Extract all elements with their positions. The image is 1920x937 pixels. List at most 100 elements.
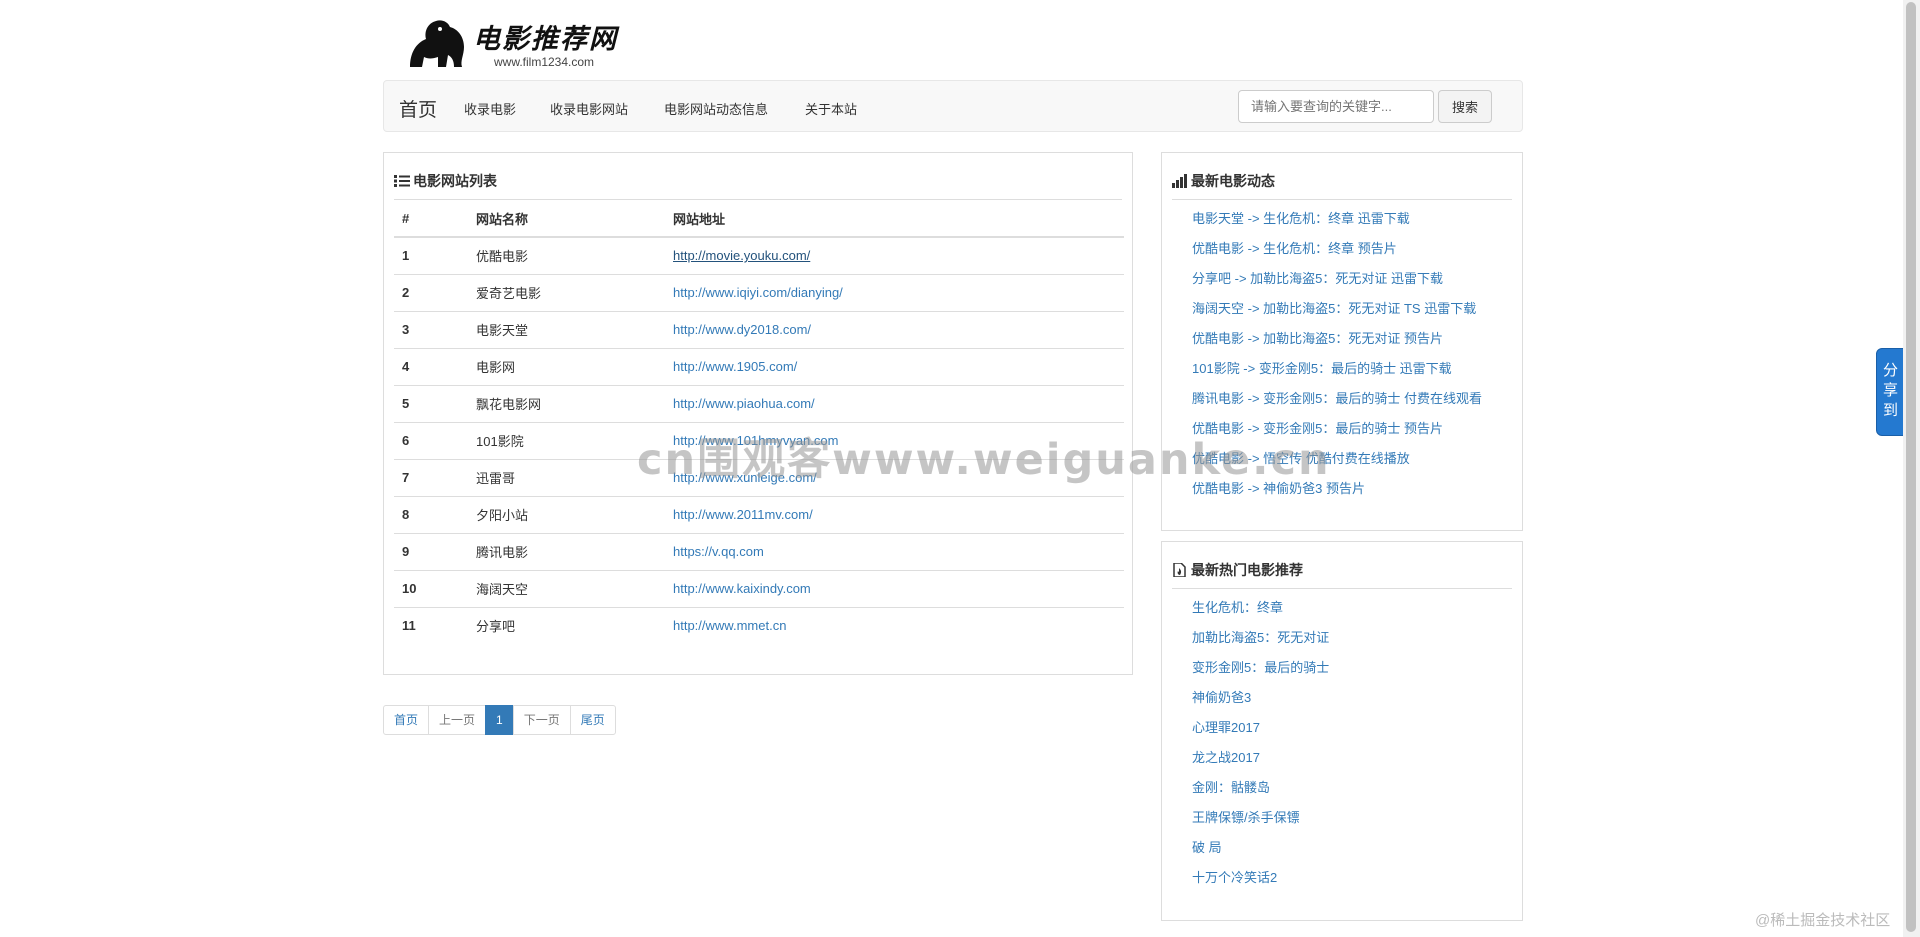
row-site-url-link[interactable]: http://www.1905.com/ [665,347,1124,385]
row-site-name: 101影院 [468,421,665,459]
movie-link[interactable]: 破 局 [1192,840,1329,870]
share-button[interactable]: 分享到 [1876,348,1904,436]
fire-file-icon [1172,562,1188,578]
latest-news-title: 最新电影动态 [1172,171,1275,191]
movie-link[interactable]: 心理罪2017 [1192,720,1329,750]
page-current-button[interactable]: 1 [485,705,514,735]
search-button[interactable]: 搜索 [1438,90,1492,123]
corner-watermark: @稀土掘金技术社区 [1755,912,1891,929]
news-link[interactable]: 电影天堂 -> 生化危机：终章 迅雷下载 [1192,211,1482,241]
site-list-title: 电影网站列表 [394,171,497,191]
row-site-name: 迅雷哥 [468,458,665,496]
nav-item-site-news[interactable]: 电影网站动态信息 [664,99,768,118]
table-row: 5 飘花电影网 http://www.piaohua.com/ [394,384,1124,422]
movie-link[interactable]: 变形金刚5：最后的骑士 [1192,660,1329,690]
row-num: 8 [394,495,468,533]
row-num: 11 [394,606,468,644]
table-row: 8 夕阳小站 http://www.2011mv.com/ [394,495,1124,533]
row-site-name: 海阔天空 [468,569,665,607]
movie-link[interactable]: 生化危机：终章 [1192,600,1329,630]
row-site-name: 优酷电影 [468,236,665,274]
row-site-name: 电影网 [468,347,665,385]
hot-movies-title-text: 最新热门电影推荐 [1191,562,1303,578]
hot-movies-list: 生化危机：终章 加勒比海盗5：死无对证 变形金刚5：最后的骑士 神偷奶爸3 心理… [1192,600,1329,900]
row-site-url-link[interactable]: http://www.mmet.cn [665,606,1124,644]
page-last-button[interactable]: 尾页 [569,705,616,735]
movie-link[interactable]: 王牌保镖/杀手保镖 [1192,810,1329,840]
row-site-url-link[interactable]: http://www.iqiyi.com/dianying/ [665,273,1124,311]
column-header-name: 网站名称 [468,200,665,238]
page-first-button[interactable]: 首页 [383,705,430,735]
table-header-row: # 网站名称 网站地址 [394,200,1124,238]
news-link[interactable]: 优酷电影 -> 生化危机：终章 预告片 [1192,241,1482,271]
table-row: 11 分享吧 http://www.mmet.cn [394,606,1124,644]
site-table: # 网站名称 网站地址 1 优酷电影 http://movie.youku.co… [394,200,1124,644]
nav-item-movie-sites[interactable]: 收录电影网站 [550,99,628,118]
navbar: 首页 收录电影 收录电影网站 电影网站动态信息 关于本站 搜索 [383,80,1523,132]
table-row: 10 海阔天空 http://www.kaixindy.com [394,569,1124,607]
news-link[interactable]: 分享吧 -> 加勒比海盗5：死无对证 迅雷下载 [1192,271,1482,301]
row-num: 5 [394,384,468,422]
nav-brand-home[interactable]: 首页 [399,95,437,122]
logo-text: 电影推荐网 [473,24,618,55]
watermark: cn围观客www.weiguanke.cn [637,435,1331,485]
scrollbar-thumb[interactable] [1906,2,1916,932]
hot-movies-title: 最新热门电影推荐 [1172,560,1303,580]
page-next-button[interactable]: 下一页 [512,705,571,735]
table-row: 9 腾讯电影 https://v.qq.com [394,532,1124,570]
row-site-name: 夕阳小站 [468,495,665,533]
row-site-url-link[interactable]: https://v.qq.com [665,532,1124,570]
row-site-url-link[interactable]: http://www.2011mv.com/ [665,495,1124,533]
table-row: 3 电影天堂 http://www.dy2018.com/ [394,310,1124,348]
divider [1172,199,1512,200]
column-header-num: # [394,200,468,238]
hot-movies-panel: 最新热门电影推荐 生化危机：终章 加勒比海盗5：死无对证 变形金刚5：最后的骑士… [1161,541,1523,921]
row-site-name: 腾讯电影 [468,532,665,570]
nav-item-movies[interactable]: 收录电影 [464,99,516,118]
movie-link[interactable]: 十万个冷笑话2 [1192,870,1329,900]
search-input[interactable] [1238,90,1434,123]
news-link[interactable]: 优酷电影 -> 加勒比海盗5：死无对证 预告片 [1192,331,1482,361]
logo-url: www.film1234.com [494,55,595,69]
row-num: 4 [394,347,468,385]
divider [1172,588,1512,589]
table-row: 4 电影网 http://www.1905.com/ [394,347,1124,385]
latest-news-title-text: 最新电影动态 [1191,173,1275,189]
row-num: 2 [394,273,468,311]
table-row: 1 优酷电影 http://movie.youku.com/ [394,236,1124,274]
news-link[interactable]: 101影院 -> 变形金刚5：最后的骑士 迅雷下载 [1192,361,1482,391]
movie-link[interactable]: 加勒比海盗5：死无对证 [1192,630,1329,660]
row-site-url-link[interactable]: http://www.piaohua.com/ [665,384,1124,422]
row-num: 6 [394,421,468,459]
gorilla-logo-icon [410,20,464,67]
row-site-name: 爱奇艺电影 [468,273,665,311]
row-num: 3 [394,310,468,348]
news-link[interactable]: 腾讯电影 -> 变形金刚5：最后的骑士 付费在线观看 [1192,391,1482,421]
column-header-url: 网站地址 [665,200,1124,238]
row-site-url-link[interactable]: http://www.kaixindy.com [665,569,1124,607]
share-label: 分享到 [1883,362,1899,419]
scrollbar[interactable] [1903,0,1920,937]
row-num: 7 [394,458,468,496]
bar-chart-icon [1172,174,1188,188]
row-site-url-link[interactable]: http://movie.youku.com/ [665,236,1124,274]
site-logo[interactable]: 电影推荐网 www.film1234.com [402,9,622,71]
site-list-panel: 电影网站列表 # 网站名称 网站地址 1 优酷电影 http://movie.y… [383,152,1133,675]
table-row: 2 爱奇艺电影 http://www.iqiyi.com/dianying/ [394,273,1124,311]
movie-link[interactable]: 神偷奶爸3 [1192,690,1329,720]
row-site-url-link[interactable]: http://www.dy2018.com/ [665,310,1124,348]
row-site-name: 电影天堂 [468,310,665,348]
row-num: 10 [394,569,468,607]
row-num: 9 [394,532,468,570]
movie-link[interactable]: 金刚：骷髅岛 [1192,780,1329,810]
pagination: 首页 上一页 1 下一页 尾页 [383,705,616,735]
row-site-name: 分享吧 [468,606,665,644]
row-num: 1 [394,236,468,274]
page-prev-button[interactable]: 上一页 [428,705,487,735]
movie-link[interactable]: 龙之战2017 [1192,750,1329,780]
row-site-name: 飘花电影网 [468,384,665,422]
list-icon [394,174,410,188]
news-link[interactable]: 海阔天空 -> 加勒比海盗5：死无对证 TS 迅雷下载 [1192,301,1482,331]
site-list-title-text: 电影网站列表 [413,173,497,189]
nav-item-about[interactable]: 关于本站 [805,99,857,118]
